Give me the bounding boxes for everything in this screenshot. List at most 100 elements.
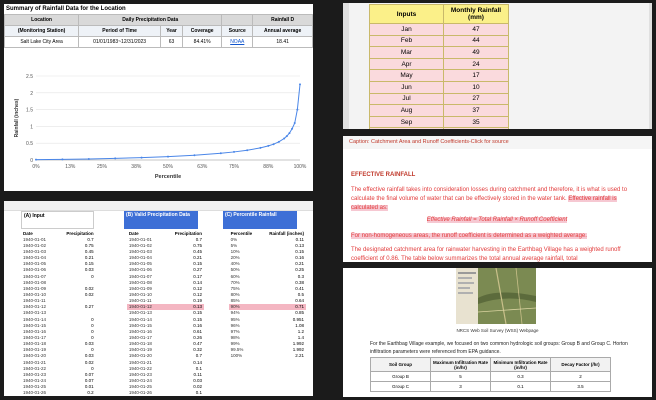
data-point bbox=[288, 132, 291, 135]
rain-row: Feb 44 bbox=[369, 34, 509, 48]
x-tick-label: 63% bbox=[197, 164, 208, 170]
data-point bbox=[296, 108, 299, 111]
percentile-chart: 0 0.5 1 1.5 2 2.5 0% 25% 50% 75% 100% 13% 38% 63% 88% P… bbox=[10, 64, 310, 188]
data-point bbox=[293, 122, 296, 125]
formula-text: Effective Rainfall = Total Rainfall × Ru… bbox=[426, 217, 568, 223]
rain-month: Mar bbox=[369, 46, 444, 59]
rain-row: Apr 24 bbox=[369, 57, 509, 71]
summary-header-location: Location bbox=[4, 14, 80, 26]
soil-survey-panel: NRCS Web Soil Survey (WSS) Webpage For t… bbox=[343, 268, 652, 397]
val-period: 01/01/1983~12/31/2023 bbox=[78, 36, 162, 48]
data-point bbox=[283, 137, 286, 140]
rain-month: Aug bbox=[369, 104, 444, 117]
catchment-paragraph: The designated catchment area for rainwa… bbox=[351, 247, 621, 262]
sheet-column-header bbox=[4, 201, 313, 211]
map-imagery bbox=[456, 268, 536, 324]
source-link[interactable]: NOAA bbox=[221, 36, 254, 48]
rain-row: May 17 bbox=[369, 69, 509, 82]
y-axis-label: Rainfall (inches) bbox=[14, 98, 20, 137]
data-point bbox=[246, 149, 249, 152]
val-year: 63 bbox=[160, 36, 184, 48]
y-tick-label: 1.5 bbox=[26, 108, 33, 114]
rain-month: Jul bbox=[369, 92, 444, 106]
data-point bbox=[277, 140, 280, 143]
soil-header-group: Soil Group bbox=[370, 357, 431, 372]
data-point bbox=[140, 156, 143, 159]
data-point bbox=[259, 146, 262, 149]
rain-month: Sep bbox=[369, 115, 444, 129]
soil-cell: 0.3 bbox=[490, 371, 551, 382]
x-tick-label: 38% bbox=[131, 164, 142, 170]
y-tick-label: 0.5 bbox=[26, 141, 33, 147]
rainfall-summary-panel: Summary of Rainfall Data for the Locatio… bbox=[4, 4, 313, 191]
data-point bbox=[299, 83, 301, 86]
caption-link[interactable]: Caption: Catchment Area and Runoff Coeff… bbox=[343, 136, 652, 149]
summary-title: Summary of Rainfall Data for the Locatio… bbox=[4, 4, 313, 14]
data-point bbox=[35, 158, 37, 161]
soil-cell: 5 bbox=[430, 371, 491, 382]
rain-row: Mar 49 bbox=[369, 46, 509, 59]
sub-coverage: Coverage bbox=[182, 25, 223, 37]
rain-row: Sep 35 bbox=[369, 115, 509, 129]
monthly-rainfall-panel: Inputs Monthly Rainfall (mm) Jan 47 Feb 44 M… bbox=[343, 3, 652, 129]
section-valid: (B) Valid Precipitation Data bbox=[124, 211, 198, 229]
soil-header-min: Minimum Infiltration Rate (in/hr) bbox=[490, 357, 551, 372]
x-tick-label: 100% bbox=[294, 164, 307, 170]
soil-header-decay: Decay Factor (/hr) bbox=[550, 357, 611, 372]
soil-cell: 2 bbox=[550, 371, 611, 382]
effective-rainfall-heading: EFFECTIVE RAINFALL bbox=[351, 172, 416, 178]
monthly-rainfall-table: Inputs Monthly Rainfall (mm) Jan 47 Feb 44 M… bbox=[369, 4, 509, 129]
x-tick-label: 50% bbox=[163, 164, 174, 170]
data-point bbox=[267, 144, 270, 147]
rain-month: May bbox=[369, 69, 444, 82]
rain-value: 47 bbox=[443, 23, 509, 36]
sub-station: (Monitoring Station) bbox=[4, 25, 80, 37]
rain-value: 49 bbox=[443, 46, 509, 59]
panel-edge bbox=[649, 3, 652, 129]
rain-row: Oct34 bbox=[369, 127, 509, 129]
data-point bbox=[167, 155, 169, 158]
summary-header-rainfall: Rainfall D bbox=[252, 14, 313, 26]
rain-row: Jan 47 bbox=[369, 23, 509, 36]
soil-row: Group C 3 0.1 3.5 bbox=[370, 381, 611, 392]
soil-intro: For the Earthbag Village example, we foc… bbox=[370, 341, 628, 355]
rain-month: Feb bbox=[369, 34, 444, 48]
val-annual: 18.41 bbox=[252, 36, 313, 48]
section-input: (A) Input bbox=[21, 211, 94, 229]
data-point bbox=[87, 157, 90, 160]
effective-rainfall-doc: Caption: Catchment Area and Runoff Coeff… bbox=[343, 136, 652, 262]
rain-row: Jun 10 bbox=[369, 80, 509, 94]
non-homogeneous-text: For non-homogeneous areas, the runoff co… bbox=[351, 233, 587, 239]
x-tick-label: 88% bbox=[263, 164, 274, 170]
sheet-table: Date Precipitation Date Precipitation Pe… bbox=[21, 230, 306, 396]
rain-value: 44 bbox=[443, 34, 509, 48]
x-tick-label: 13% bbox=[65, 164, 76, 170]
soil-cell: Group B bbox=[370, 371, 431, 382]
rain-header-monthly: Monthly Rainfall (mm) bbox=[443, 4, 509, 24]
y-tick-label: 1 bbox=[30, 124, 33, 130]
summary-header-blank bbox=[221, 14, 254, 26]
y-tick-label: 2.5 bbox=[26, 74, 33, 80]
rain-value: 24 bbox=[443, 57, 509, 71]
panel-edge bbox=[343, 3, 349, 129]
non-homogeneous-paragraph: For non-homogeneous areas, the runoff co… bbox=[351, 232, 643, 241]
x-tick-label: 0% bbox=[32, 164, 40, 170]
data-point bbox=[219, 152, 222, 155]
soil-header-max: Maximum Infiltration Rate (in/hr) bbox=[430, 357, 491, 372]
percentile-chart-svg: 00.511.522.50% 25% 50% 75% 100%13% 38% 63% 88%P… bbox=[14, 74, 307, 180]
rain-month: Jan bbox=[369, 23, 444, 36]
data-point bbox=[61, 158, 64, 161]
soil-cell: 0.1 bbox=[490, 381, 551, 392]
summary-table: Location Daily Precipitation Data Rainfa… bbox=[4, 14, 313, 48]
rain-row: Aug 37 bbox=[369, 104, 509, 117]
data-point bbox=[233, 150, 235, 153]
data-point bbox=[291, 127, 294, 130]
data-point bbox=[193, 154, 196, 157]
section-percentile: (C) Percentile Rainfall bbox=[223, 211, 297, 229]
val-station: Salt Lake City Area bbox=[4, 36, 80, 48]
soil-cell: 3.5 bbox=[550, 381, 611, 392]
map-caption: NRCS Web Soil Survey (WSS) Webpage bbox=[456, 328, 539, 333]
sub-source: Source bbox=[221, 25, 254, 37]
effective-paragraph: The effective rainfall takes into consid… bbox=[351, 186, 643, 213]
soil-cell: 3 bbox=[430, 381, 491, 392]
